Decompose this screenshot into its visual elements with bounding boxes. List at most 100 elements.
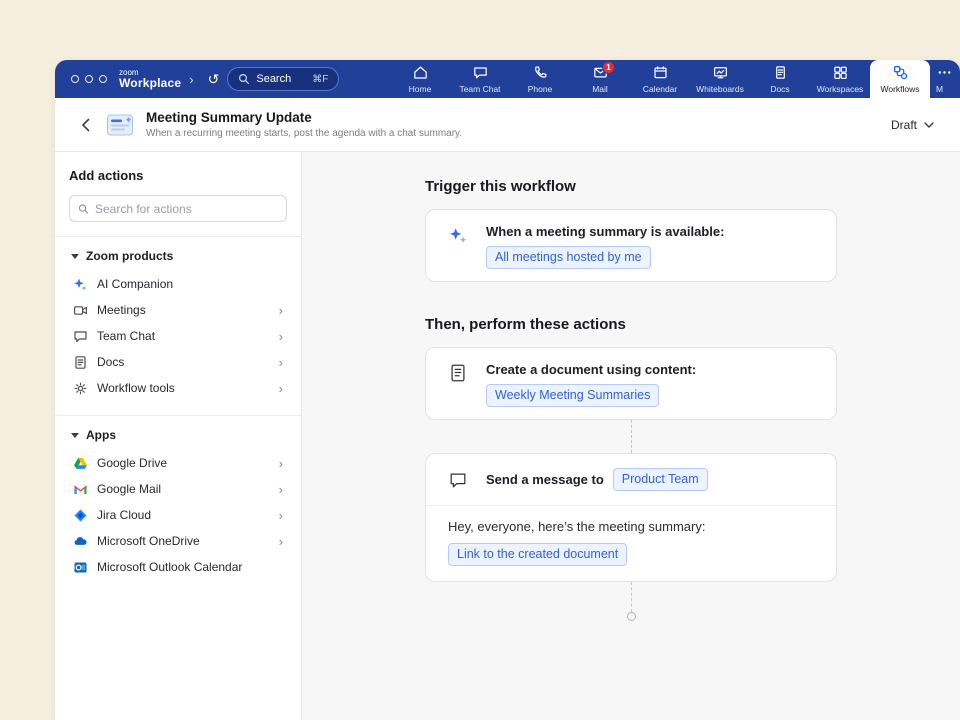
nav-item-docs[interactable]: Docs — [750, 60, 810, 98]
message-recipient-chip[interactable]: Product Team — [613, 468, 708, 491]
section-label: Apps — [86, 428, 116, 442]
trigger-card[interactable]: When a meeting summary is available: All… — [425, 209, 837, 282]
nav-item-workflows[interactable]: Workflows — [870, 60, 930, 98]
nav-item-team-chat[interactable]: Team Chat — [450, 60, 510, 98]
back-button[interactable] — [77, 114, 94, 136]
nav-item-label: Team Chat — [459, 84, 500, 94]
outlook-calendar-icon — [73, 560, 88, 575]
nav-item-label: Calendar — [643, 84, 678, 94]
chat-icon — [73, 329, 88, 344]
actions-search[interactable] — [69, 195, 287, 222]
sidebar-sections: Zoom productsAI CompanionMeetings›Team C… — [69, 236, 287, 580]
nav-item-label: Phone — [528, 84, 553, 94]
sidebar-item-google-drive[interactable]: Google Drive › — [69, 450, 287, 476]
window-dot[interactable] — [85, 75, 93, 83]
section-label: Zoom products — [86, 249, 173, 263]
topbar: zoom Workplace › ↺ Search ⌘F Home Team Ch… — [55, 60, 960, 98]
topbar-left-cluster: zoom Workplace › ↺ Search ⌘F — [55, 60, 390, 98]
actions-heading: Then, perform these actions — [425, 316, 837, 333]
doc-icon — [73, 355, 88, 370]
workflow-canvas[interactable]: Trigger this workflow When a meeting sum… — [302, 152, 960, 720]
top-navigation: Home Team Chat Phone Mail1 Calendar Whiteboar… — [390, 60, 960, 98]
sidebar-item-team-chat[interactable]: Team Chat› — [69, 323, 287, 349]
chevron-right-icon: › — [279, 457, 283, 470]
nav-item-label: Workspaces — [817, 84, 864, 94]
window-dot[interactable] — [71, 75, 79, 83]
sidebar-item-label: Microsoft Outlook Calendar — [97, 560, 242, 574]
nav-item-workspaces[interactable]: Workspaces — [810, 60, 870, 98]
send-message-text: Send a message to — [486, 472, 604, 487]
sidebar-item-workflow-tools[interactable]: Workflow tools › — [69, 375, 287, 401]
chevron-right-icon: › — [279, 382, 283, 395]
nav-item-label: Workflows — [880, 84, 919, 94]
sidebar-item-label: Team Chat — [97, 329, 155, 343]
nav-item-whiteboards[interactable]: Whiteboards — [690, 60, 750, 98]
history-icon[interactable]: ↺ — [208, 72, 220, 86]
workflow-title: Meeting Summary Update — [146, 110, 462, 125]
sidebar-title: Add actions — [69, 168, 287, 183]
nav-item-label: Docs — [770, 84, 789, 94]
chevron-down-icon — [71, 254, 79, 259]
sidebar-section-zoom-products[interactable]: Zoom products — [69, 249, 287, 263]
workspaces-icon — [832, 64, 849, 81]
chevron-down-icon — [71, 433, 79, 438]
create-document-card[interactable]: Create a document using content: Weekly … — [425, 347, 837, 420]
phone-icon — [532, 64, 549, 81]
workflow-header: Meeting Summary Update When a recurring … — [55, 98, 960, 152]
sidebar-item-label: AI Companion — [97, 277, 173, 291]
nav-item-mail[interactable]: Mail1 — [570, 60, 630, 98]
sidebar-item-microsoft-outlook-calendar[interactable]: Microsoft Outlook Calendar — [69, 554, 287, 580]
team-chat-icon — [472, 64, 489, 81]
nav-item-m[interactable]: M — [930, 60, 960, 98]
connector-dashed — [631, 420, 632, 453]
logo-workplace-text: Workplace — [119, 77, 181, 90]
zoom-workplace-window: zoom Workplace › ↺ Search ⌘F Home Team Ch… — [55, 60, 960, 720]
message-link-chip[interactable]: Link to the created document — [448, 543, 627, 566]
sidebar-item-label: Google Mail — [97, 482, 161, 496]
document-content-chip[interactable]: Weekly Meeting Summaries — [486, 384, 659, 407]
window-dot[interactable] — [99, 75, 107, 83]
connector-dashed — [631, 582, 632, 612]
message-body-text: Hey, everyone, here’s the meeting summar… — [448, 519, 816, 534]
sidebar-item-microsoft-onedrive[interactable]: Microsoft OneDrive› — [69, 528, 287, 554]
connector-end-dot — [627, 612, 636, 621]
sidebar-divider — [55, 415, 301, 416]
nav-item-home[interactable]: Home — [390, 60, 450, 98]
sidebar-item-jira-cloud[interactable]: Jira Cloud› — [69, 502, 287, 528]
document-icon — [446, 362, 470, 407]
send-message-card[interactable]: Send a message to Product Team Hey, ever… — [425, 453, 837, 582]
chevron-right-icon[interactable]: › — [189, 72, 193, 87]
global-search[interactable]: Search ⌘F — [227, 67, 339, 91]
google-drive-icon — [73, 456, 88, 471]
nav-item-calendar[interactable]: Calendar — [630, 60, 690, 98]
chevron-right-icon: › — [279, 483, 283, 496]
status-label: Draft — [891, 118, 917, 132]
sidebar-section-apps[interactable]: Apps — [69, 428, 287, 442]
actions-search-input[interactable] — [95, 202, 278, 216]
chevron-left-icon — [81, 118, 90, 132]
sidebar-item-label: Google Drive — [97, 456, 167, 470]
chevron-right-icon: › — [279, 304, 283, 317]
sidebar-item-docs[interactable]: Docs› — [69, 349, 287, 375]
sidebar-item-label: Microsoft OneDrive — [97, 534, 200, 548]
trigger-scope-chip[interactable]: All meetings hosted by me — [486, 246, 651, 269]
workflow-column: Trigger this workflow When a meeting sum… — [425, 178, 837, 621]
sidebar-item-label: Docs — [97, 355, 124, 369]
chat-bubble-icon — [446, 469, 470, 490]
sidebar-item-ai-companion[interactable]: AI Companion — [69, 271, 287, 297]
window-controls[interactable] — [71, 75, 107, 83]
nav-item-label: Mail — [592, 84, 608, 94]
nav-item-label: Home — [409, 84, 432, 94]
meeting-summary-icon — [106, 113, 134, 137]
workflows-icon — [892, 64, 909, 81]
ai-companion-icon — [73, 277, 88, 292]
sidebar-item-meetings[interactable]: Meetings› — [69, 297, 287, 323]
jira-icon — [73, 508, 88, 523]
sidebar-item-google-mail[interactable]: Google Mail › — [69, 476, 287, 502]
sidebar-item-label: Workflow tools — [97, 381, 175, 395]
sidebar-divider — [55, 236, 301, 237]
nav-item-phone[interactable]: Phone — [510, 60, 570, 98]
create-document-text: Create a document using content: — [486, 362, 696, 377]
status-dropdown[interactable]: Draft — [891, 118, 934, 132]
zoom-workplace-logo: zoom Workplace — [119, 69, 181, 90]
